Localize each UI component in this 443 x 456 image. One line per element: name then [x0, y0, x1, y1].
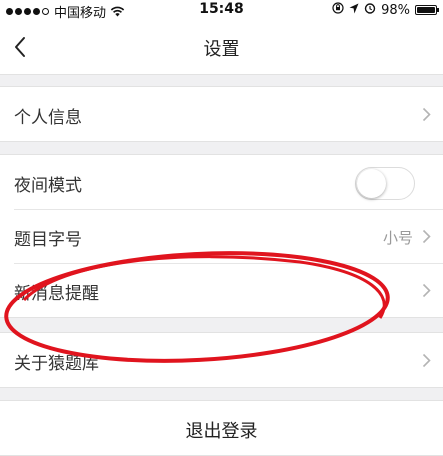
settings-group-preferences: 夜间模式 题目字号 小号 新消息提醒: [0, 154, 443, 318]
night-mode-toggle[interactable]: [355, 167, 415, 200]
settings-row-font-size[interactable]: 题目字号 小号: [0, 209, 443, 263]
battery-percent: 98%: [381, 2, 410, 18]
battery-icon: [415, 5, 439, 15]
chevron-right-icon: [422, 229, 431, 244]
settings-row-about[interactable]: 关于猿题库: [0, 333, 443, 387]
chevron-right-icon: [422, 353, 431, 368]
orientation-lock-icon: [332, 2, 344, 18]
page-title: 设置: [203, 39, 240, 60]
location-icon: [349, 3, 359, 18]
row-label: 题目字号: [14, 230, 82, 250]
row-label: 夜间模式: [14, 176, 82, 196]
logout-button[interactable]: 退出登录: [0, 401, 443, 455]
battery-level: [417, 7, 435, 13]
settings-row-personal-info[interactable]: 个人信息: [0, 87, 443, 141]
chevron-right-icon: [422, 283, 431, 298]
alarm-icon: [364, 2, 376, 18]
status-bar: 中国移动 15:48 98%: [0, 0, 443, 21]
row-label: 新消息提醒: [14, 284, 99, 304]
row-label: 个人信息: [14, 108, 82, 128]
settings-group-about: 关于猿题库: [0, 332, 443, 388]
font-size-value: 小号: [382, 229, 413, 247]
chevron-right-icon: [422, 107, 431, 122]
toggle-knob: [357, 169, 386, 198]
logout-group: 退出登录: [0, 400, 443, 456]
status-right: 98%: [332, 2, 439, 18]
row-label: 关于猿题库: [14, 354, 99, 374]
navigation-bar: 设置: [0, 20, 443, 75]
settings-row-new-message-alerts[interactable]: 新消息提醒: [0, 263, 443, 317]
settings-group-profile: 个人信息: [0, 86, 443, 142]
settings-row-night-mode: 夜间模式: [0, 155, 443, 209]
logout-label: 退出登录: [185, 421, 258, 442]
